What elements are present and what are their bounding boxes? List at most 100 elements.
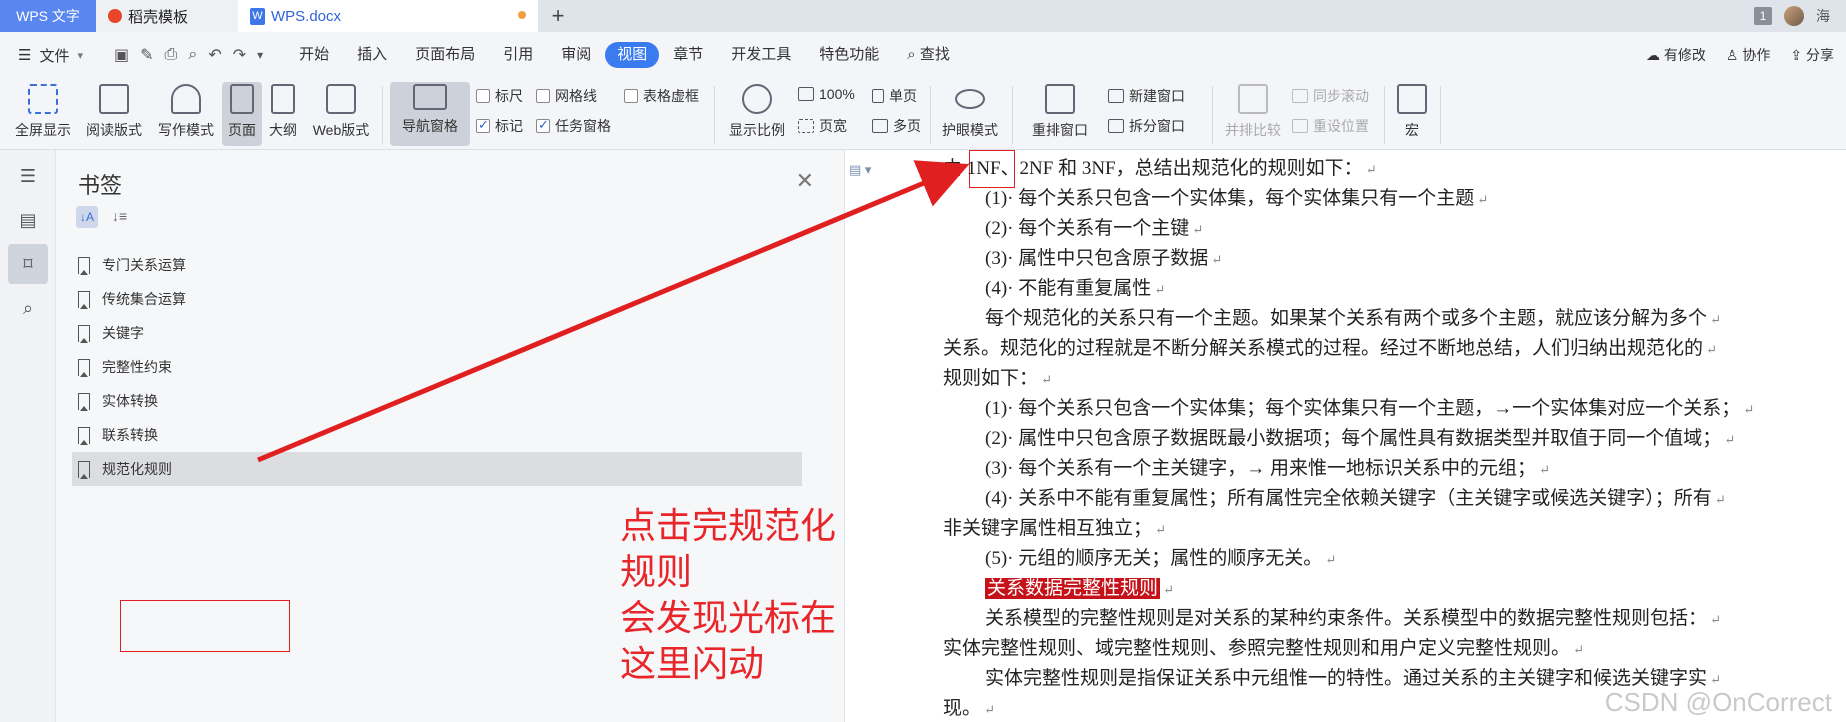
file-menu-button[interactable]: ☰ 文件 ▾ (0, 45, 104, 66)
document-line[interactable]: 关系模型的完整性规则是对关系的某种约束条件。关系模型中的数据完整性规则包括： ↵ (943, 604, 1813, 634)
reset-position-button[interactable]: 重设位置 (1292, 116, 1369, 136)
bookmark-item-selected[interactable]: 规范化规则 (72, 452, 802, 486)
document-line[interactable]: 实体完整性规则、域完整性规则、参照完整性规则和用户定义完整性规则。 ↵ (943, 634, 1813, 664)
tab-document[interactable]: W WPS.docx (238, 0, 538, 32)
window-count-badge[interactable]: 1 (1754, 7, 1772, 25)
modified-button[interactable]: ☁ 有修改 (1646, 45, 1706, 65)
find-nav-button[interactable]: ⌕ (8, 288, 48, 328)
document-page[interactable]: ▤ ▾ 由 1NF、2NF 和 3NF，总结出规范化的规则如下： ↵ (1)· 每… (844, 150, 1846, 722)
zoom-100-button[interactable]: 100% (798, 86, 855, 102)
web-view-button[interactable]: Web版式 (306, 84, 376, 140)
close-icon[interactable]: ✕ (796, 168, 814, 194)
single-page-button[interactable]: 单页 (872, 86, 917, 106)
redo-icon[interactable]: ↷ (233, 45, 246, 65)
page-width-button[interactable]: 页宽 (798, 116, 847, 136)
document-line[interactable]: (2)· 每个关系有一个主键 ↵ (943, 214, 1813, 244)
gridline-checkbox[interactable]: 网格线 (536, 86, 597, 106)
sort-by-name-icon[interactable]: ↓A (76, 206, 98, 228)
sort-by-position-icon[interactable]: ↓≡ (112, 208, 127, 224)
title-bar: WPS 文字 稻壳模板 W WPS.docx + 1 海 (0, 0, 1846, 32)
single-page-label: 单页 (889, 88, 917, 104)
format-painter-icon[interactable]: ✎ (140, 45, 153, 65)
annotation-line-1: 点击完规范化规则 (620, 506, 837, 593)
menu-page-layout[interactable]: 页面布局 (401, 42, 489, 68)
zoom-button[interactable]: 显示比例 (722, 84, 792, 140)
outline-view-button[interactable]: 大纲 (266, 84, 300, 140)
document-body[interactable]: 由 1NF、2NF 和 3NF，总结出规范化的规则如下： ↵ (1)· 每个关系只… (943, 154, 1813, 722)
menu-developer[interactable]: 开发工具 (717, 42, 805, 68)
bookmark-item[interactable]: 实体转换 (72, 384, 802, 418)
collaborate-button[interactable]: ♙ 协作 (1726, 45, 1770, 65)
document-line[interactable]: 由 1NF、2NF 和 3NF，总结出规范化的规则如下： ↵ (943, 154, 1813, 184)
document-line[interactable]: (1)· 每个关系只包含一个实体集，每个实体集只有一个主题 ↵ (943, 184, 1813, 214)
new-window-button[interactable]: 新建窗口 (1108, 86, 1185, 106)
menu-home[interactable]: 开始 (285, 42, 343, 68)
bookmark-item[interactable]: 传统集合运算 (72, 282, 802, 316)
write-mode-button[interactable]: 写作模式 (152, 84, 220, 140)
table-border-checkbox[interactable]: 表格虚框 (624, 86, 699, 106)
document-line[interactable]: (5)· 元组的顺序无关；属性的顺序无关。 ↵ (943, 544, 1813, 574)
ribbon-divider (382, 86, 383, 144)
split-window-button[interactable]: 拆分窗口 (1108, 116, 1185, 136)
fullscreen-button[interactable]: 全屏显示 (10, 84, 76, 140)
menu-insert[interactable]: 插入 (343, 42, 401, 68)
multi-page-button[interactable]: 多页 (872, 116, 921, 136)
document-line[interactable]: (3)· 属性中只包含原子数据 ↵ (943, 244, 1813, 274)
side-by-side-button[interactable]: 并排比较 (1218, 84, 1288, 140)
document-line[interactable]: 非关键字属性相互独立； ↵ (943, 514, 1813, 544)
tab-wps-label: WPS 文字 (16, 8, 80, 24)
menu-references[interactable]: 引用 (489, 42, 547, 68)
split-window-icon (1108, 119, 1124, 133)
toc-button[interactable]: ☰ (8, 156, 48, 196)
task-pane-checkbox[interactable]: 任务窗格 (536, 116, 611, 136)
bookmark-item[interactable]: 完整性约束 (72, 350, 802, 384)
customize-chevron-icon[interactable]: ▾ (257, 48, 263, 62)
print-preview-icon[interactable]: ⌕ (188, 46, 197, 64)
read-mode-button[interactable]: 阅读版式 (80, 84, 148, 140)
sync-scroll-button[interactable]: 同步滚动 (1292, 86, 1369, 106)
document-line[interactable]: 规则如下： ↵ (943, 364, 1813, 394)
document-line[interactable]: 每个规范化的关系只有一个主题。如果某个关系有两个或多个主题，就应该分解为多个 ↵ (943, 304, 1813, 334)
rearrange-window-button[interactable]: 重排窗口 (1022, 84, 1098, 140)
rearrange-label: 重排窗口 (1032, 122, 1088, 138)
document-line[interactable]: (1)· 每个关系只包含一个实体集；每个实体集只有一个主题，→一个实体集对应一个… (943, 394, 1813, 424)
document-line[interactable]: (2)· 属性中只包含原子数据既最小数据项；每个属性具有数据类型并取值于同一个值… (943, 424, 1813, 454)
paragraph-mark-icon: ↵ (1189, 222, 1204, 237)
web-view-label: Web版式 (312, 122, 370, 138)
menu-review[interactable]: 审阅 (547, 42, 605, 68)
ruler-checkbox[interactable]: 标尺 (476, 86, 523, 106)
bookmark-item[interactable]: 专门关系运算 (72, 248, 802, 282)
menu-chapter[interactable]: 章节 (659, 42, 717, 68)
document-line[interactable]: (4)· 不能有重复属性 ↵ (943, 274, 1813, 304)
eye-mode-button[interactable]: 护眼模式 (936, 84, 1004, 140)
document-line[interactable]: (3)· 每个关系有一个主关键字，→ 用来惟一地标识关系中的元组； ↵ (943, 454, 1813, 484)
document-line[interactable]: 关系数据完整性规则 ↵ (943, 574, 1813, 604)
avatar[interactable] (1784, 6, 1804, 26)
mark-checkbox[interactable]: 标记 (476, 116, 523, 136)
new-tab-button[interactable]: + (538, 0, 578, 32)
user-name[interactable]: 海 (1816, 6, 1830, 26)
tab-daoke-templates[interactable]: 稻壳模板 (96, 0, 238, 32)
undo-icon[interactable]: ↶ (208, 45, 221, 65)
macro-button[interactable]: 宏 (1392, 84, 1432, 140)
save-icon[interactable]: ▣ (114, 45, 129, 65)
document-line[interactable]: (4)· 关系中不能有重复属性；所有属性完全依赖关键字（主关键字或候选关键字）；… (943, 484, 1813, 514)
bookmark-item[interactable]: 关键字 (72, 316, 802, 350)
share-button[interactable]: ⇪ 分享 (1790, 45, 1834, 65)
tab-wps-writer[interactable]: WPS 文字 (0, 0, 96, 32)
bookmark-nav-button[interactable]: ⌑ (8, 244, 48, 284)
bookmark-item[interactable]: 联系转换 (72, 418, 802, 452)
zoom-100-icon (798, 87, 814, 101)
print-icon[interactable]: ⎙ (165, 46, 178, 64)
document-line[interactable]: 关系。规范化的过程就是不断分解关系模式的过程。经过不断地总结，人们归纳出规范化的… (943, 334, 1813, 364)
page-icon (230, 84, 254, 114)
menu-special[interactable]: 特色功能 (805, 42, 893, 68)
paragraph-handle-icon[interactable]: ▤ ▾ (849, 162, 871, 178)
rearrange-icon (1045, 84, 1075, 114)
zoom-100-label: 100% (819, 86, 855, 102)
nav-pane-button[interactable]: 导航窗格 (390, 82, 470, 146)
chapter-nav-button[interactable]: ▤ (8, 200, 48, 240)
menu-view[interactable]: 视图 (605, 42, 660, 68)
search-button[interactable]: ⌕ 查找 (893, 42, 964, 68)
page-view-button[interactable]: 页面 (222, 82, 262, 146)
